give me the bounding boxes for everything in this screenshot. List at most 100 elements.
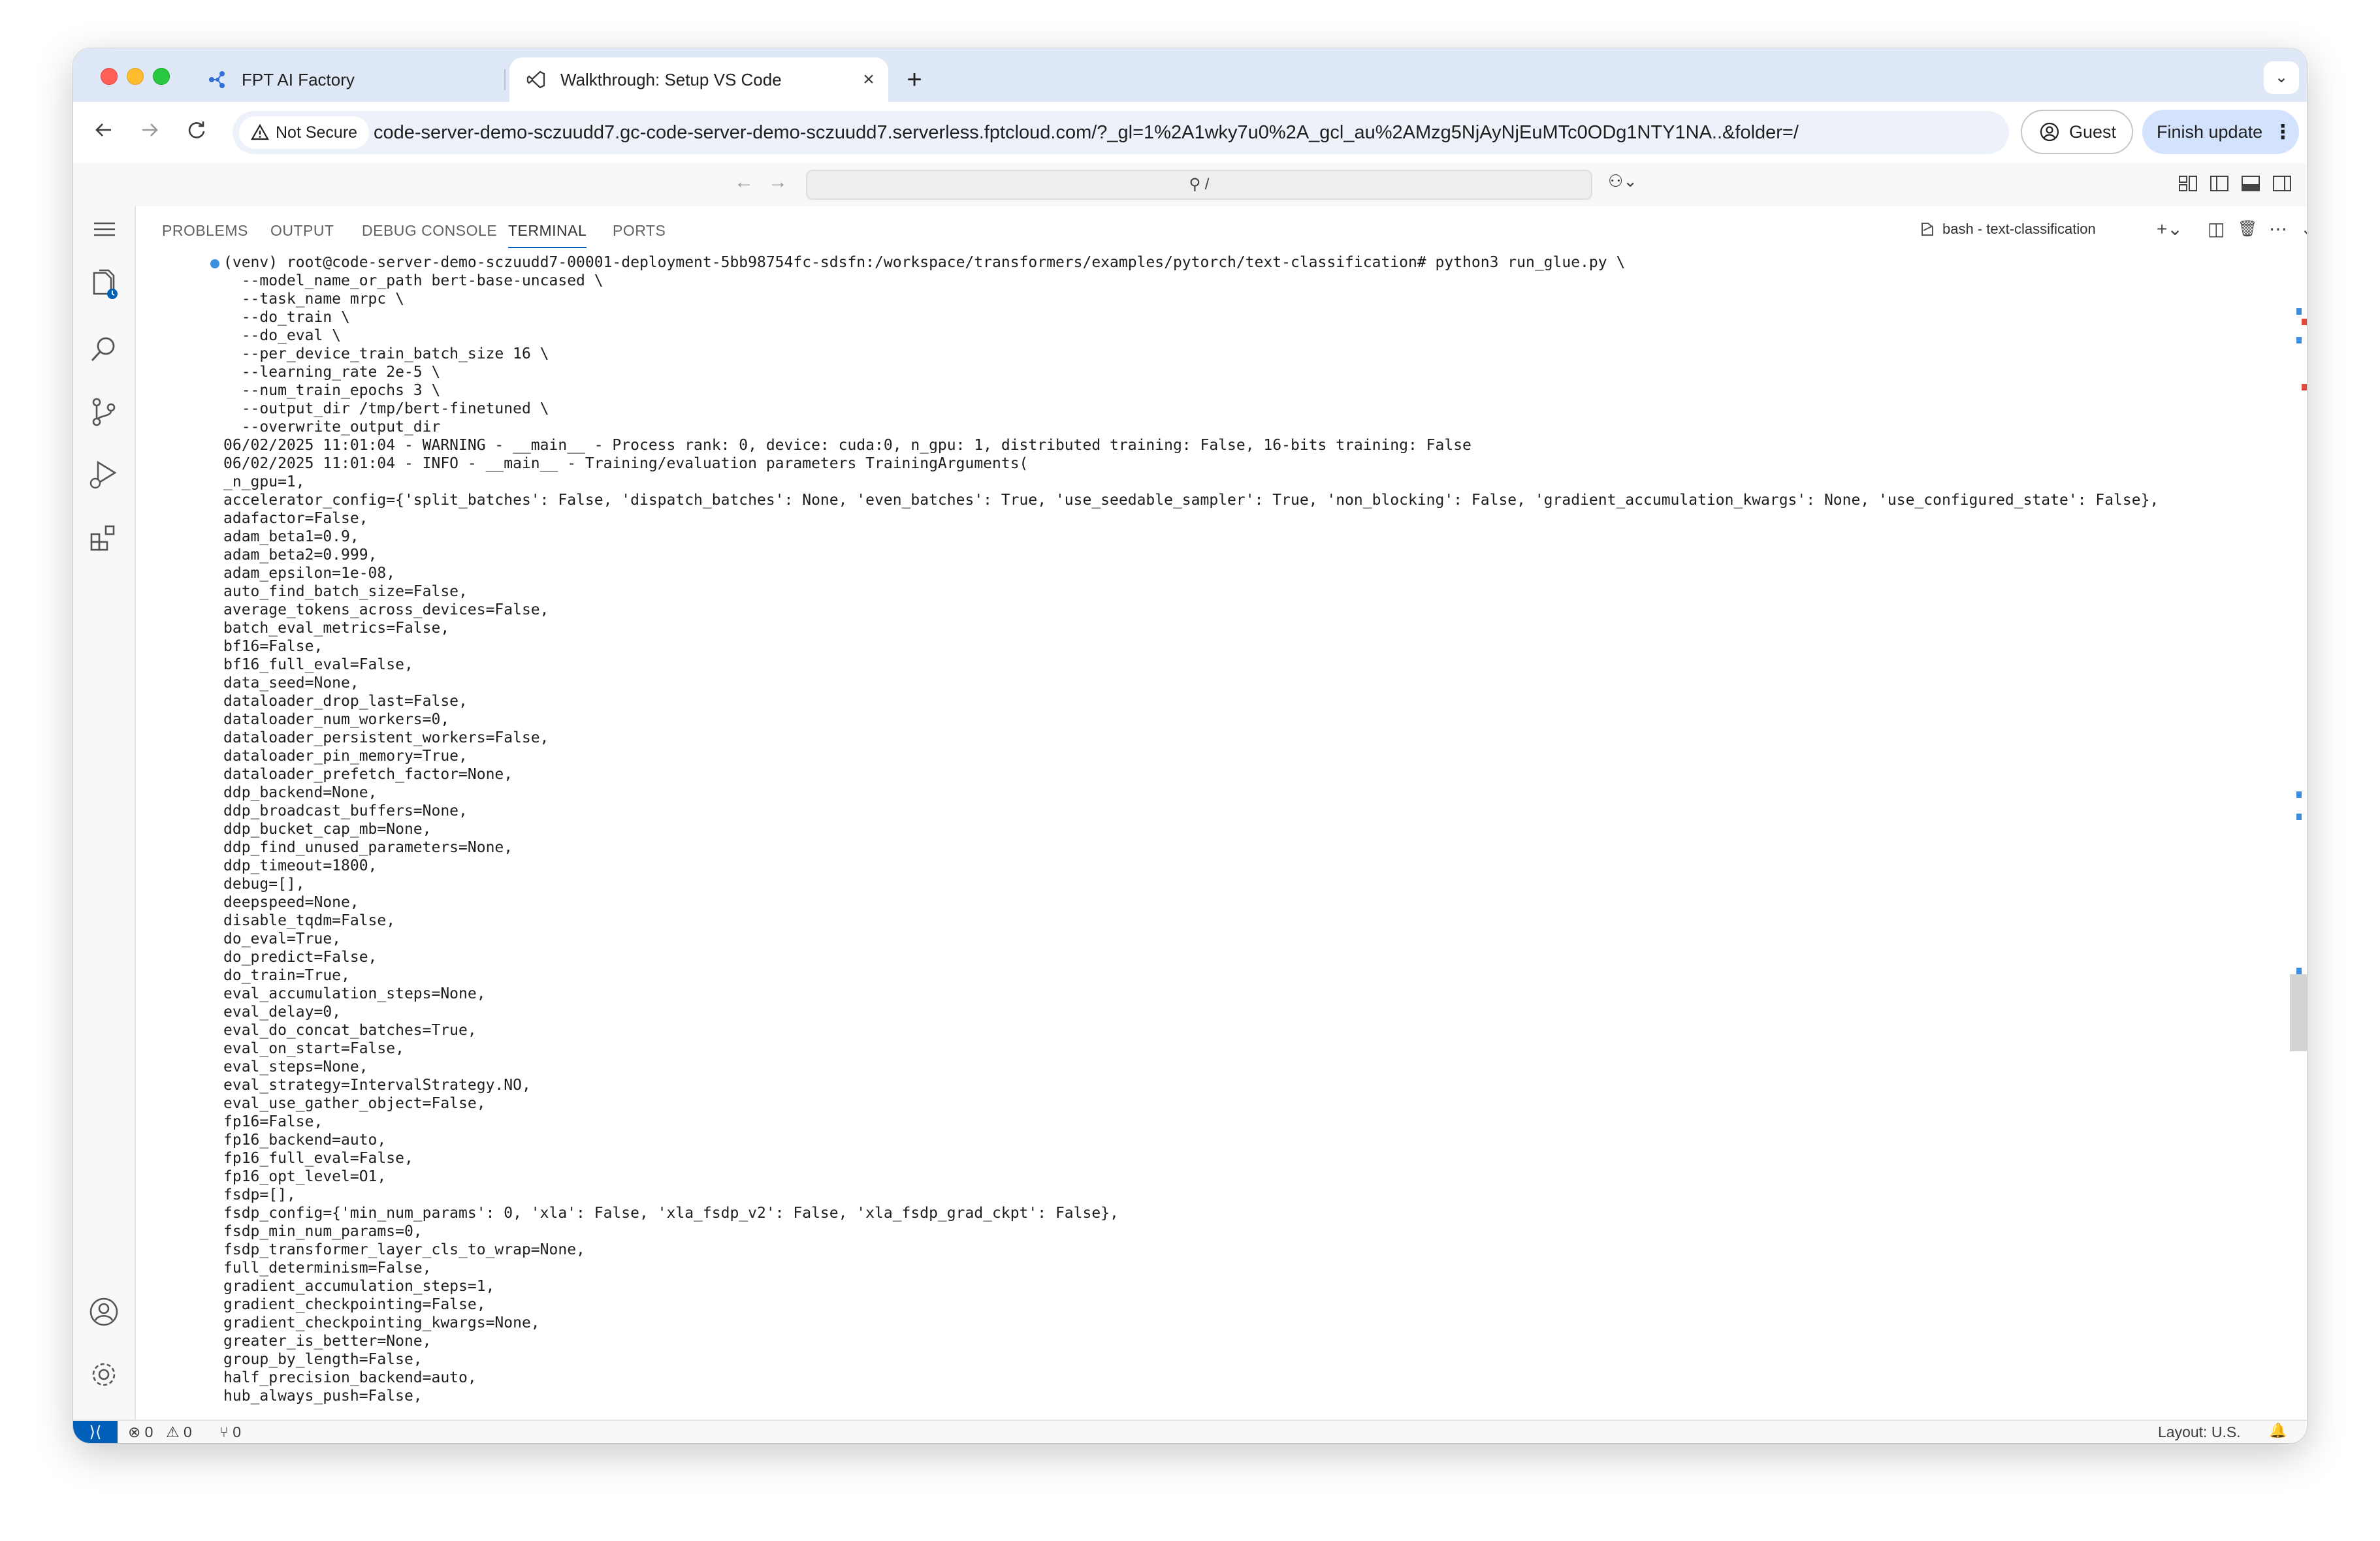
command-decoration-icon[interactable] — [210, 259, 219, 268]
terminal-line: deepspeed=None, — [223, 894, 359, 911]
browser-toolbar: Not Secure code-server-demo-sczuudd7.gc-… — [73, 102, 2307, 165]
bottom-panel: PROBLEMS OUTPUT DEBUG CONSOLE TERMINAL P… — [136, 206, 2307, 1420]
remote-indicator[interactable]: ⟩⟨ — [73, 1421, 118, 1443]
run-and-debug-icon[interactable] — [88, 458, 120, 491]
new-terminal-icon[interactable]: +⌄ — [2157, 218, 2183, 240]
terminal-line: do_predict=False, — [223, 949, 378, 966]
terminal-line: auto_find_batch_size=False, — [223, 583, 468, 600]
terminal-line: group_by_length=False, — [223, 1351, 423, 1368]
terminal-scrollbar[interactable] — [2290, 253, 2307, 1416]
terminal-line: fp16_backend=auto, — [223, 1132, 387, 1149]
terminal-line: batch_eval_metrics=False, — [223, 620, 450, 637]
tab-ports[interactable]: PORTS — [613, 222, 666, 240]
minimize-window-button[interactable] — [127, 68, 144, 85]
terminal-line: adafactor=False, — [223, 510, 368, 527]
terminal-line: ddp_bucket_cap_mb=None, — [223, 821, 432, 838]
scroll-marker — [2296, 814, 2302, 820]
terminal-line: data_seed=None, — [223, 675, 359, 691]
terminal-line: eval_steps=None, — [223, 1058, 368, 1075]
browser-window: FPT AI Factory × Walkthrough: Setup VS C… — [73, 48, 2307, 1443]
terminal-line: _n_gpu=1, — [223, 473, 305, 490]
close-tab-icon[interactable]: × — [856, 69, 882, 91]
command-center-search[interactable]: ⚲ / — [806, 170, 1592, 200]
gear-icon[interactable] — [88, 1358, 120, 1391]
keyboard-layout[interactable]: Layout: U.S. — [2158, 1423, 2241, 1441]
terminal-output[interactable]: (venv) root@code-server-demo-sczuudd7-00… — [136, 253, 2307, 1416]
terminal-line: ddp_backend=None, — [223, 784, 378, 801]
url-text[interactable]: code-server-demo-sczuudd7.gc-code-server… — [374, 111, 1799, 154]
vscode-icon — [526, 70, 546, 89]
collapse-panel-icon[interactable]: ⌄ — [2300, 218, 2307, 240]
accounts-icon[interactable] — [88, 1295, 120, 1328]
ports-forwarded[interactable]: ⑂ 0 — [219, 1423, 241, 1441]
scrollbar-thumb[interactable] — [2290, 974, 2307, 1051]
fpt-network-icon — [208, 70, 227, 89]
toggle-primary-sidebar-icon[interactable] — [2209, 174, 2230, 193]
terminal-line: ddp_broadcast_buffers=None, — [223, 802, 468, 819]
more-actions-icon[interactable]: ⋯ — [2269, 218, 2287, 240]
terminal-line: adam_epsilon=1e-08, — [223, 565, 396, 582]
tab-output[interactable]: OUTPUT — [270, 222, 334, 240]
terminal-line: fp16_full_eval=False, — [223, 1150, 413, 1167]
source-control-icon[interactable] — [88, 396, 120, 428]
toggle-secondary-sidebar-icon[interactable] — [2272, 174, 2292, 193]
security-label: Not Secure — [276, 123, 358, 142]
tab-search-button[interactable]: ⌄ — [2264, 61, 2299, 94]
reload-icon — [188, 121, 205, 138]
tab-terminal[interactable]: TERMINAL — [508, 222, 587, 248]
terminal-line: bf16=False, — [223, 638, 323, 655]
terminal-line: --task_name mrpc \ — [223, 291, 404, 308]
tab-problems[interactable]: PROBLEMS — [162, 222, 248, 240]
customize-layout-icon[interactable] — [2178, 174, 2198, 193]
address-bar[interactable]: Not Secure code-server-demo-sczuudd7.gc-… — [233, 111, 2009, 154]
copilot-icon[interactable]: ⚇⌄ — [1608, 171, 1637, 191]
split-terminal-icon[interactable]: ◫ — [2208, 218, 2225, 240]
terminal-line: eval_on_start=False, — [223, 1040, 404, 1057]
reload-button[interactable] — [179, 115, 214, 150]
zoom-window-button[interactable] — [153, 68, 170, 85]
kill-terminal-icon[interactable]: 🗑 — [2238, 219, 2257, 238]
back-button[interactable] — [86, 115, 121, 150]
explorer-icon[interactable] — [88, 268, 120, 300]
terminal-line: 06/02/2025 11:01:04 - WARNING - __main__… — [223, 437, 1471, 454]
forward-button[interactable] — [132, 115, 167, 150]
warning-triangle-icon — [251, 123, 269, 142]
terminal-line: adam_beta2=0.999, — [223, 547, 378, 564]
terminal-line: fp16=False, — [223, 1113, 323, 1130]
tab-strip: FPT AI Factory × Walkthrough: Setup VS C… — [73, 48, 2307, 102]
terminal-line: fsdp_min_num_params=0, — [223, 1223, 423, 1240]
security-chip[interactable]: Not Secure — [239, 116, 370, 149]
terminal-line: ddp_find_unused_parameters=None, — [223, 839, 513, 856]
profile-guest-button[interactable]: Guest — [2021, 110, 2133, 154]
new-tab-button[interactable]: + — [897, 63, 931, 97]
browser-tab-walkthrough[interactable]: Walkthrough: Setup VS Code × — [509, 57, 888, 102]
terminal-line: dataloader_pin_memory=True, — [223, 748, 468, 765]
extensions-icon[interactable] — [88, 522, 120, 555]
menu-icon[interactable] — [91, 219, 118, 239]
browser-menu-icon[interactable]: ⋮ — [2273, 121, 2292, 144]
terminal-line: accelerator_config={'split_batches': Fal… — [223, 492, 2159, 509]
problems-errors[interactable]: ⊗ 0 — [128, 1423, 153, 1441]
terminal-line: --output_dir /tmp/bert-finetuned \ — [223, 400, 549, 417]
close-window-button[interactable] — [101, 68, 118, 85]
problems-warnings[interactable]: ⚠ 0 — [166, 1423, 192, 1441]
panel-tabs: PROBLEMS OUTPUT DEBUG CONSOLE TERMINAL P… — [136, 206, 2307, 253]
terminal-line: do_train=True, — [223, 967, 350, 984]
terminal-line: --overwrite_output_dir — [223, 419, 441, 436]
terminal-selector[interactable]: bash - text-classification — [1919, 221, 2096, 238]
terminal-line: debug=[], — [223, 876, 305, 893]
tab-debug-console[interactable]: DEBUG CONSOLE — [362, 222, 497, 240]
terminal-line: gradient_accumulation_steps=1, — [223, 1278, 495, 1295]
toggle-panel-icon[interactable] — [2240, 174, 2261, 193]
search-icon[interactable] — [88, 333, 120, 366]
terminal-line: fsdp_config={'min_num_params': 0, 'xla':… — [223, 1205, 1119, 1222]
finish-update-button[interactable]: Finish update ⋮ — [2142, 110, 2299, 154]
nav-back-icon[interactable]: ← — [734, 171, 754, 193]
notifications-bell-icon[interactable]: 🔔 — [2269, 1422, 2287, 1439]
tab-separator — [504, 69, 506, 90]
nav-forward-icon[interactable]: → — [768, 171, 788, 193]
terminal-line: dataloader_prefetch_factor=None, — [223, 766, 513, 783]
back-arrow-icon — [95, 123, 111, 136]
terminal-line: ddp_timeout=1800, — [223, 857, 378, 874]
terminal-line: --do_eval \ — [223, 327, 342, 344]
